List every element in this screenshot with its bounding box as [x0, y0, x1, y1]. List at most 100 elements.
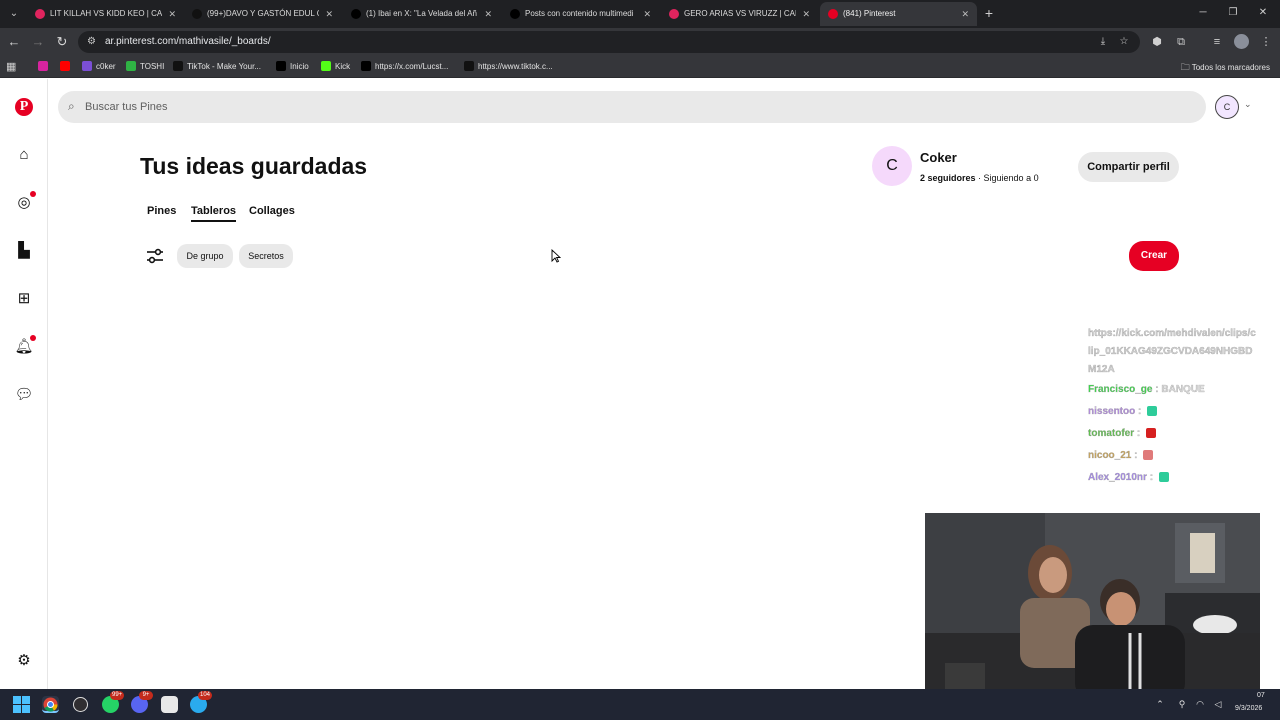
browser-profile-avatar[interactable]: [1234, 34, 1249, 49]
share-profile-button[interactable]: Compartir perfil: [1078, 152, 1179, 182]
close-window-icon[interactable]: ✕: [1254, 4, 1272, 22]
messages-icon[interactable]: 💬︎: [14, 385, 34, 405]
chat-separator: :: [1146, 472, 1156, 483]
bookmark-item[interactable]: [60, 56, 74, 78]
url-text[interactable]: ar.pinterest.com/mathivasile/_boards/: [105, 31, 271, 53]
bookmark-item[interactable]: [38, 56, 52, 78]
chat-emote-icon: [1147, 406, 1158, 417]
tab-close-icon[interactable]: ✕: [325, 2, 333, 26]
windows-start-icon[interactable]: [13, 696, 30, 713]
account-avatar[interactable]: C: [1215, 95, 1239, 119]
followers-count[interactable]: 2 seguidores: [920, 173, 976, 183]
tab-search-chevron-icon[interactable]: ⌄: [4, 4, 24, 24]
back-arrow-icon[interactable]: ←: [5, 33, 23, 51]
taskbar-whatsapp-icon[interactable]: 99+: [102, 691, 125, 713]
clock-time[interactable]: 07: [1257, 692, 1265, 699]
bookmark-item[interactable]: c0ker: [82, 56, 116, 78]
taskbar-obs-icon[interactable]: [72, 696, 89, 713]
tab-close-icon[interactable]: ✕: [802, 2, 810, 26]
tab-favicon-icon: [669, 9, 679, 19]
browser-tab[interactable]: Posts con contenido multimedi ✕: [502, 2, 659, 26]
browser-tab[interactable]: (99+)DAVO Y GASTÓN EDUL O ✕: [184, 2, 341, 26]
notifications-dot: [30, 335, 36, 341]
chip-group-boards[interactable]: De grupo: [177, 244, 233, 268]
all-bookmarks-folder[interactable]: 🗀 Todos los marcadores: [1181, 56, 1270, 78]
reading-list-icon[interactable]: ≡: [1209, 34, 1225, 50]
notifications-bell-icon[interactable]: 🔔︎: [14, 335, 36, 357]
home-icon[interactable]: ⌂: [14, 145, 34, 165]
tab-collages[interactable]: Collages: [249, 205, 295, 217]
settings-gear-icon[interactable]: ⚙: [14, 651, 34, 671]
chat-lines: Francisco_ge : BANQUE nissentoo : tomatof…: [1088, 379, 1258, 489]
forward-arrow-icon[interactable]: →: [29, 33, 47, 51]
chrome-logo-icon: [43, 697, 58, 712]
tab-title: (841) Pinterest: [843, 9, 896, 18]
search-bar[interactable]: ⌕: [58, 91, 1206, 123]
tab-close-icon[interactable]: ✕: [484, 2, 492, 26]
chat-emote-icon: [1143, 450, 1154, 461]
following-count[interactable]: Siguiendo a 0: [984, 173, 1039, 183]
browser-menu-icon[interactable]: ⋮: [1258, 34, 1274, 50]
new-tab-button[interactable]: +: [981, 4, 997, 22]
tab-close-icon[interactable]: ✕: [643, 2, 651, 26]
stream-chat-overlay: https://kick.com/mehdivalen/clips/clip_0…: [1088, 325, 1258, 489]
filter-sliders-icon[interactable]: [146, 248, 164, 264]
tab-close-icon[interactable]: ✕: [961, 2, 969, 26]
restore-icon[interactable]: ❐: [1224, 4, 1242, 22]
address-bar[interactable]: ⚙ ar.pinterest.com/mathivasile/_boards/ …: [78, 31, 1140, 53]
extensions-puzzle-icon[interactable]: ⧉: [1173, 34, 1189, 50]
boards-icon[interactable]: ▙: [14, 241, 34, 261]
left-nav-sidebar: P ⌂ ◎ ▙ ⊞ 🔔︎ 💬︎ ⚙: [0, 79, 48, 689]
chat-message: Alex_2010nr :: [1088, 467, 1258, 489]
clock-date[interactable]: 9/3/2026: [1235, 705, 1262, 712]
tray-wifi-icon[interactable]: ◠: [1194, 698, 1206, 710]
bookmark-item[interactable]: TikTok - Make Your...: [173, 56, 261, 78]
tab-tableros[interactable]: Tableros: [191, 205, 237, 222]
reload-icon[interactable]: ↻: [53, 33, 71, 51]
tab-close-icon[interactable]: ✕: [168, 2, 176, 26]
chat-username: Francisco_ge: [1088, 384, 1153, 395]
minimize-icon[interactable]: ─: [1194, 4, 1212, 22]
browser-tab[interactable]: GERO ARIAS VS VIRUZZ | CARA ✕: [661, 2, 818, 26]
site-info-icon[interactable]: ⚙: [87, 34, 96, 50]
install-app-icon[interactable]: ⤓: [1095, 34, 1111, 50]
search-input[interactable]: [85, 91, 1185, 123]
explore-compass-icon[interactable]: ◎: [14, 191, 36, 213]
tray-network-icon[interactable]: ⚲: [1176, 698, 1188, 710]
webcam-scene-image: [925, 513, 1260, 701]
windows-taskbar: 99+ 9+ 104 ⌃ ⚲ ◠ ◁ 07 9/3/2026: [0, 689, 1280, 720]
bookmark-star-icon[interactable]: ☆: [1116, 34, 1132, 50]
profile-avatar[interactable]: C: [872, 146, 912, 186]
tab-favicon-icon: [351, 9, 361, 19]
bookmark-item[interactable]: https://www.tiktok.c...: [464, 56, 553, 78]
tab-pines[interactable]: Pines: [147, 205, 176, 217]
chat-link-message: https://kick.com/mehdivalen/clips/clip_0…: [1088, 328, 1256, 375]
create-button[interactable]: Crear: [1129, 241, 1179, 271]
apps-grid-icon[interactable]: ▦: [6, 61, 18, 73]
tab-favicon-icon: [510, 9, 520, 19]
bookmark-item[interactable]: https://x.com/Lucst...: [361, 56, 448, 78]
tray-volume-icon[interactable]: ◁: [1212, 698, 1224, 710]
page-title: Tus ideas guardadas: [140, 153, 368, 179]
taskbar-notepad-icon[interactable]: [161, 696, 178, 713]
explore-notification-dot: [30, 191, 36, 197]
account-chevron-down-icon[interactable]: ⌄: [1244, 99, 1256, 113]
taskbar-telegram-icon[interactable]: 104: [190, 691, 213, 713]
shield-extension-icon[interactable]: ⬢: [1149, 34, 1165, 50]
browser-tab[interactable]: (1) Ibai en X: "La Velada del Añ ✕: [343, 2, 500, 26]
chip-secret-boards[interactable]: Secretos: [239, 244, 293, 268]
bookmark-item[interactable]: Inicio: [276, 56, 309, 78]
browser-tab[interactable]: LIT KILLAH VS KIDD KEO | CARA ✕: [27, 2, 184, 26]
profile-name[interactable]: Coker: [920, 150, 957, 165]
taskbar-discord-icon[interactable]: 9+: [131, 691, 153, 713]
taskbar-chrome-icon[interactable]: [42, 696, 59, 713]
tray-chevron-up-icon[interactable]: ⌃: [1154, 698, 1166, 710]
pinterest-logo-icon[interactable]: P: [15, 98, 33, 116]
create-plus-icon[interactable]: ⊞: [14, 289, 34, 309]
bookmark-item[interactable]: Kick: [321, 56, 350, 78]
chat-message: tomatofer :: [1088, 423, 1258, 445]
browser-tab[interactable]: (841) Pinterest ✕: [820, 2, 977, 26]
bookmark-item[interactable]: TOSHI: [126, 56, 164, 78]
bookmark-favicon-icon: [126, 60, 136, 71]
chat-separator: :: [1135, 406, 1145, 417]
